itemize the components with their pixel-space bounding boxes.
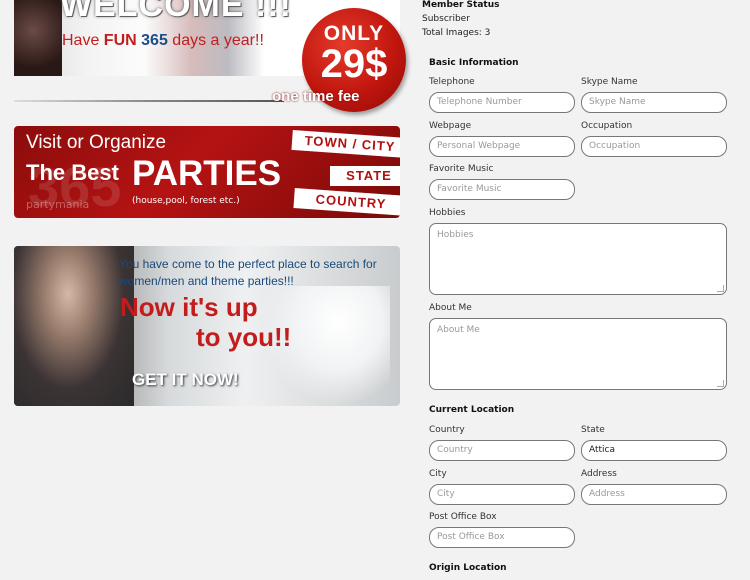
current-location-title: Current Location [429, 405, 515, 415]
parties-best-text: The Best [26, 160, 119, 185]
resize-handle-icon[interactable] [717, 380, 724, 387]
up-to-you-line1: Now it's up [120, 292, 258, 322]
hobbies-label: Hobbies [429, 208, 466, 218]
price-badge-amount: 29$ [320, 42, 388, 86]
parties-heading: PARTIES [132, 154, 282, 193]
skype-label: Skype Name [581, 77, 638, 87]
about-me-textarea[interactable]: About Me [429, 318, 727, 390]
parties-banner[interactable]: 365 Visit or Organize The Best PARTIES (… [14, 126, 400, 218]
country-input[interactable]: Country [429, 440, 575, 461]
post-office-box-input[interactable]: Post Office Box [429, 527, 575, 548]
party-photo [14, 0, 62, 76]
skype-input[interactable]: Skype Name [581, 92, 727, 113]
favorite-music-input[interactable]: Favorite Music [429, 179, 575, 200]
address-input[interactable]: Address [581, 484, 727, 505]
address-label: Address [581, 469, 617, 479]
occupation-input[interactable]: Occupation [581, 136, 727, 157]
welcome-title: WELCOME !!! [60, 0, 292, 24]
state-input[interactable]: Attica [581, 440, 727, 461]
city-label: City [429, 469, 447, 479]
up-to-you-line2: to you!! [196, 322, 292, 352]
get-it-now-button[interactable]: GET IT NOW! [132, 370, 239, 390]
basic-information-title: Basic Information [429, 58, 519, 68]
partymania-logo: partymania [26, 198, 90, 211]
parties-visit-text: Visit or Organize [26, 132, 167, 153]
parties-subtext: (house,pool, forest etc.) [132, 196, 240, 206]
laughing-woman-photo [14, 246, 134, 406]
get-it-now-banner[interactable]: You have come to the perfect place to se… [14, 246, 400, 406]
welcome-tagline: Have FUN 365 days a year!! [62, 32, 264, 49]
telephone-label: Telephone [429, 77, 475, 87]
state-tag: STATE [330, 166, 400, 186]
origin-location-title: Origin Location [429, 563, 507, 573]
telephone-input[interactable]: Telephone Number [429, 92, 575, 113]
about-me-placeholder: About Me [437, 325, 480, 335]
occupation-label: Occupation [581, 121, 633, 131]
member-status-value: Subscriber [422, 14, 470, 24]
country-tag: COUNTRY [293, 188, 400, 216]
hobbies-textarea[interactable]: Hobbies [429, 223, 727, 295]
city-input[interactable]: City [429, 484, 575, 505]
perfect-place-text: You have come to the perfect place to se… [119, 257, 377, 288]
welcome-divider [14, 100, 284, 102]
one-time-fee-label: one time fee [272, 88, 360, 105]
webpage-label: Webpage [429, 121, 472, 131]
favorite-music-label: Favorite Music [429, 164, 494, 174]
total-images: Total Images: 3 [422, 28, 491, 38]
country-label: Country [429, 425, 465, 435]
member-status-title: Member Status [422, 0, 500, 10]
webpage-input[interactable]: Personal Webpage [429, 136, 575, 157]
hobbies-placeholder: Hobbies [437, 230, 474, 240]
town-city-tag: TOWN / CITY [291, 129, 400, 159]
post-office-box-label: Post Office Box [429, 512, 497, 522]
resize-handle-icon[interactable] [717, 285, 724, 292]
state-label: State [581, 425, 605, 435]
about-me-label: About Me [429, 303, 472, 313]
